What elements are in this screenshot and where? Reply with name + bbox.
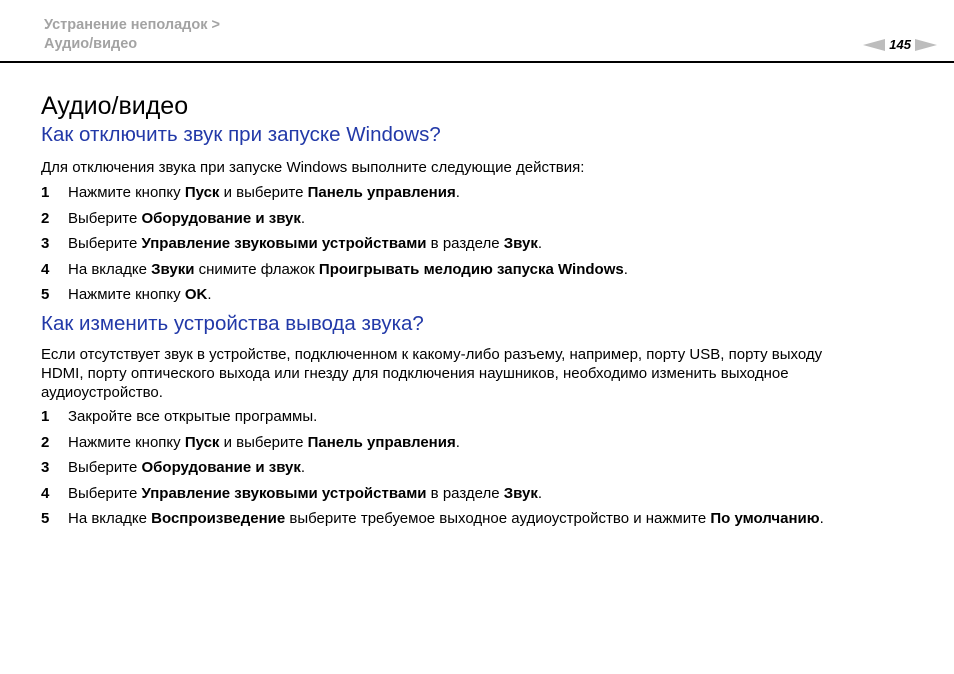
step-emphasis: OK	[184, 286, 208, 304]
step-text: снимите флажок	[194, 260, 319, 278]
step-text: и выберите	[219, 184, 308, 201]
step-item: 2 Нажмите кнопку Пуск и выберите Панель у…	[41, 433, 921, 452]
step-item: 4 На вкладке Звуки снимите флажок Проигры…	[41, 260, 921, 279]
step-text: .	[455, 184, 460, 201]
step-text: На вкладке	[68, 260, 152, 278]
step-number: 1	[41, 184, 50, 201]
intro-line: HDMI, порту оптического выхода или гнезд…	[41, 364, 789, 382]
section-intro: Для отключения звука при запуске Windows…	[41, 159, 585, 176]
step-text: .	[300, 209, 306, 227]
page-content: Аудио/видео Как отключить звук при запус…	[41, 90, 921, 535]
step-text: .	[207, 286, 212, 304]
section-title: Как отключить звук при запуске Windows?	[41, 123, 441, 146]
step-text: Выберите	[68, 235, 142, 253]
step-emphasis: Звук	[503, 484, 538, 502]
step-number: 4	[41, 260, 50, 278]
step-number: 1	[41, 407, 50, 425]
intro-line: Если отсутствует звук в устройстве, подк…	[41, 345, 823, 363]
page-number: 145	[889, 37, 911, 52]
step-text: и выберите	[219, 433, 308, 451]
step-item: 2 Выберите Оборудование и звук.	[41, 209, 921, 228]
previous-page-arrow-icon[interactable]	[863, 39, 886, 51]
step-emphasis: По умолчанию	[710, 510, 820, 528]
step-item: 1 Закройте все открытые программы.	[41, 407, 921, 426]
step-emphasis: Звуки	[151, 260, 195, 278]
steps-list: 1 Нажмите кнопку Пуск и выберите Панель у…	[41, 183, 921, 304]
step-emphasis: Управление звуковыми устройствами	[141, 235, 427, 253]
step-number: 4	[41, 484, 50, 502]
step-text: .	[300, 459, 306, 477]
breadcrumb-item-troubleshooting[interactable]: Устранение неполадок >	[44, 16, 220, 35]
step-item: 5 На вкладке Воспроизведение выберите тре…	[41, 509, 921, 528]
step-text: .	[455, 433, 460, 451]
step-emphasis: Проигрывать мелодию запуска Windows	[318, 260, 624, 278]
step-emphasis: Пуск	[184, 433, 220, 451]
step-item: 1 Нажмите кнопку Пуск и выберите Панель у…	[41, 183, 921, 202]
section-intro: Если отсутствует звук в устройстве, подк…	[41, 345, 921, 402]
step-emphasis: Оборудование и звук	[141, 459, 301, 477]
page-title: Аудио/видео	[41, 92, 189, 120]
step-emphasis: Панель управления	[307, 184, 456, 201]
step-number: 5	[41, 286, 50, 304]
step-item: 3 Выберите Управление звуковыми устройств…	[41, 234, 921, 253]
section-change-output-device: Как изменить устройства вывода звука? Ес…	[41, 311, 921, 528]
step-text: .	[537, 484, 543, 502]
step-text: в разделе	[426, 484, 504, 502]
step-text: На вкладке	[68, 510, 152, 528]
step-item: 3 Выберите Оборудование и звук.	[41, 458, 921, 477]
next-page-arrow-icon[interactable]	[915, 39, 937, 51]
step-text: Нажмите кнопку	[68, 286, 185, 304]
step-text: Нажмите кнопку	[68, 433, 185, 451]
step-item: 4 Выберите Управление звуковыми устройств…	[41, 484, 921, 503]
step-text: выберите требуемое выходное аудиоустройс…	[285, 510, 711, 528]
step-emphasis: Воспроизведение	[151, 510, 286, 528]
step-emphasis: Управление звуковыми устройствами	[141, 484, 427, 502]
page-navigator: 145	[863, 38, 937, 52]
step-text: .	[623, 260, 628, 278]
step-text: .	[819, 510, 824, 528]
step-text: .	[537, 235, 543, 253]
step-number: 2	[41, 209, 50, 227]
step-text: Выберите	[68, 484, 142, 502]
step-text: в разделе	[426, 235, 504, 253]
intro-line: аудиоустройство.	[41, 383, 163, 401]
step-text: Закройте все открытые программы.	[68, 407, 318, 425]
section-disable-startup-sound: Как отключить звук при запуске Windows? …	[41, 122, 921, 304]
step-text: Нажмите кнопку	[68, 184, 185, 201]
step-item: 5 Нажмите кнопку OK.	[41, 285, 921, 304]
steps-list: 1 Закройте все открытые программы. 2 Нажми…	[41, 407, 921, 528]
step-number: 5	[41, 510, 50, 528]
section-title: Как изменить устройства вывода звука?	[41, 311, 424, 335]
breadcrumb: Устранение неполадок > Аудио/видео	[44, 16, 220, 54]
step-text: Выберите	[68, 209, 142, 227]
step-emphasis: Панель управления	[307, 433, 456, 451]
step-emphasis: Звук	[503, 235, 538, 253]
step-number: 3	[41, 235, 50, 253]
breadcrumb-item-audio-video[interactable]: Аудио/видео	[44, 35, 220, 54]
step-number: 3	[41, 459, 50, 477]
step-text: Выберите	[68, 459, 142, 477]
step-number: 2	[41, 433, 50, 451]
page-header: Устранение неполадок > Аудио/видео 145	[0, 0, 954, 63]
step-emphasis: Оборудование и звук	[141, 209, 301, 227]
step-emphasis: Пуск	[184, 184, 220, 201]
